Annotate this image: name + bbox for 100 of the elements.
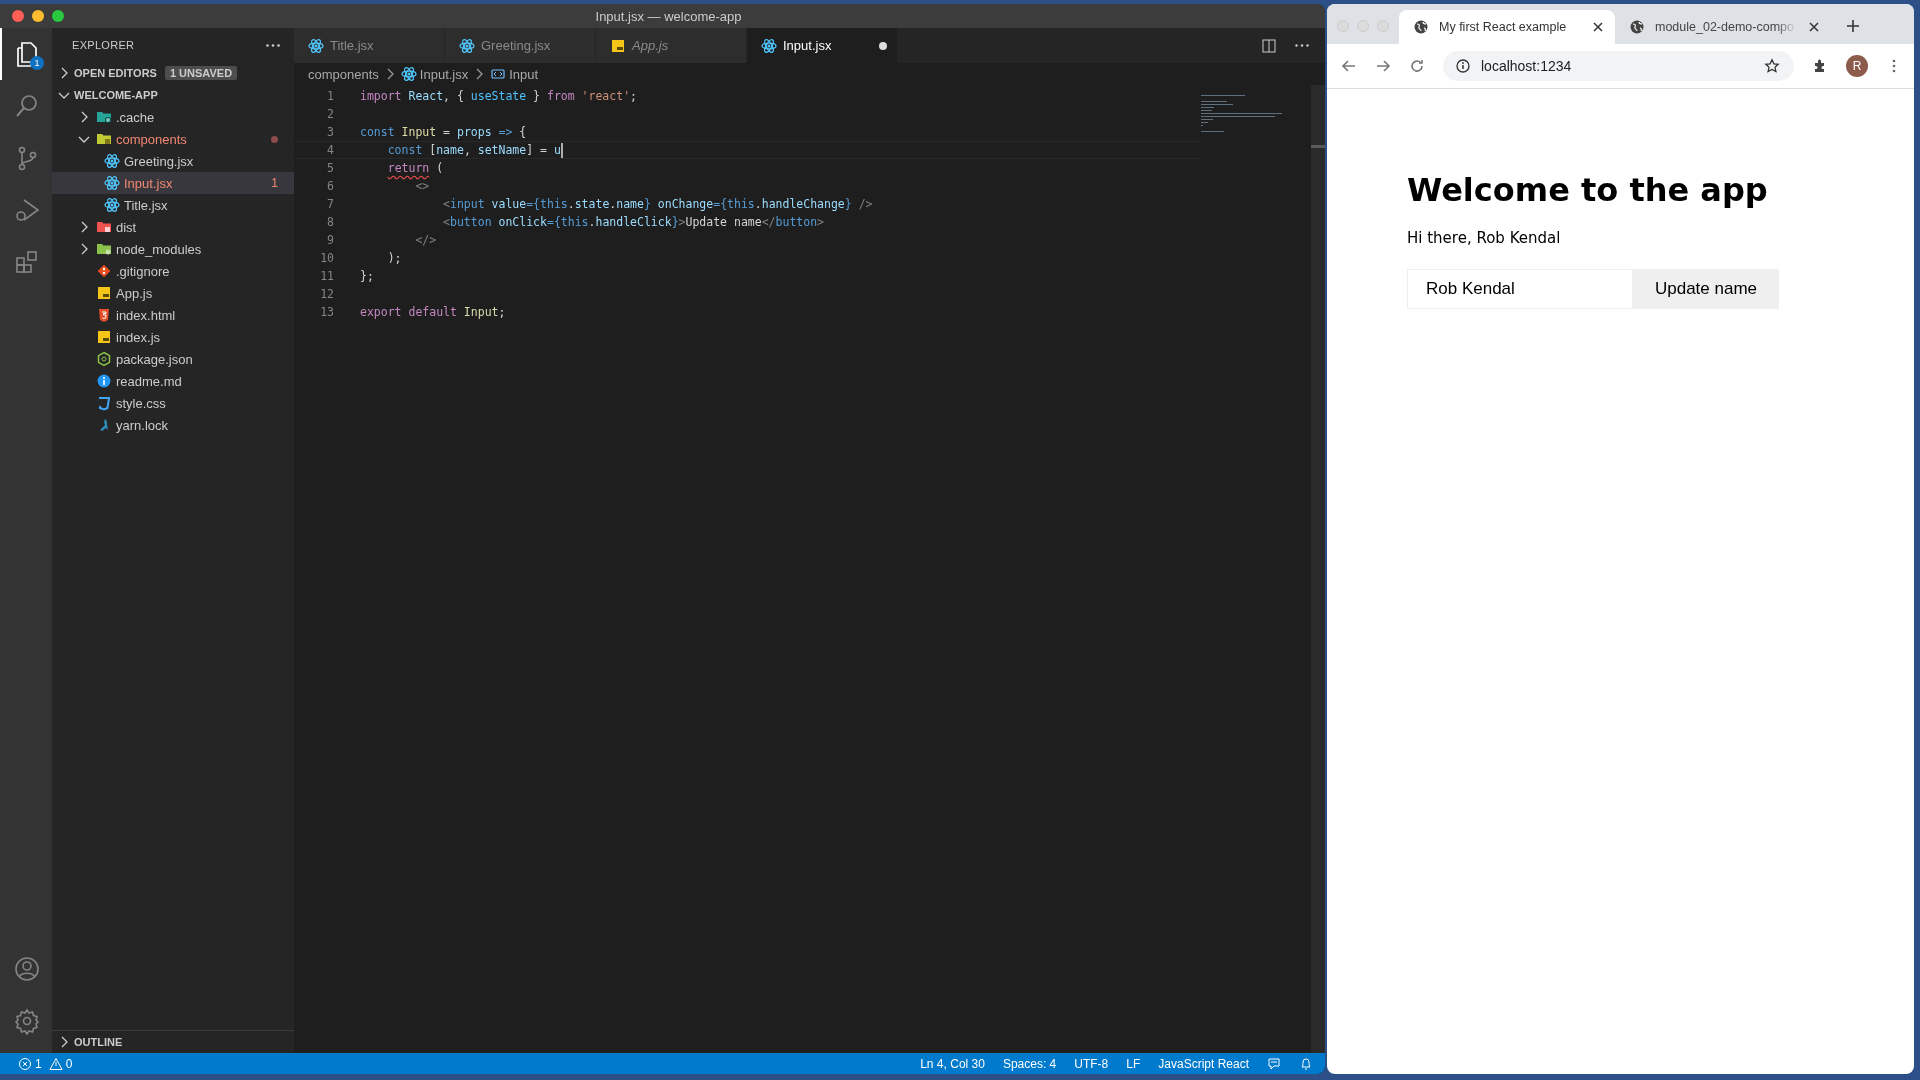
editor-tab[interactable]: Greeting.jsx — [445, 28, 596, 63]
tree-item[interactable]: style.css — [52, 392, 294, 414]
line-number: 7 — [326, 197, 335, 211]
line-number: 13 — [319, 305, 335, 319]
page-heading: Welcome to the app — [1407, 171, 1769, 209]
html-file-icon — [96, 307, 112, 323]
status-item[interactable]: LF — [1126, 1056, 1141, 1071]
code-line: }; — [360, 269, 374, 283]
breadcrumb-item[interactable]: Input — [509, 66, 539, 82]
bell-icon — [1299, 1056, 1313, 1071]
react-atom-icon — [104, 197, 120, 213]
line-number: 5 — [326, 161, 335, 175]
unsaved-dot — [879, 41, 887, 50]
close-icon — [1807, 20, 1821, 34]
section-header[interactable]: OPEN EDITORS 1 UNSAVED — [52, 62, 294, 84]
status-item[interactable]: UTF-8 — [1074, 1056, 1109, 1071]
tree-item[interactable]: node_modules — [52, 238, 294, 260]
tree-item[interactable]: .gitignore — [52, 260, 294, 282]
line-number: 6 — [326, 179, 335, 193]
code-line: export default Input; — [360, 305, 506, 319]
tree-item[interactable]: dist — [52, 216, 294, 238]
info-icon — [96, 373, 112, 389]
error-icon — [18, 1056, 32, 1071]
close-icon — [1591, 20, 1605, 34]
editor-tab[interactable]: Input.jsx — [747, 28, 898, 63]
section-header[interactable]: OUTLINE — [52, 1031, 294, 1053]
problems-indicator[interactable]: 1 0 — [18, 1056, 77, 1071]
tree-item[interactable]: package.json — [52, 348, 294, 370]
code-line: import React, { useState } from 'react'; — [360, 89, 637, 103]
unsaved-badge: 1 UNSAVED — [164, 66, 238, 80]
code-line: const [name, setName] = u — [386, 143, 561, 157]
editor-tab[interactable]: App.js — [596, 28, 747, 63]
panel-title: EXPLORER — [72, 39, 135, 51]
line-number: 12 — [319, 287, 335, 301]
profile-avatar[interactable]: R — [1846, 55, 1868, 77]
greeting-text: Hi there, Rob Kendal — [1407, 229, 1562, 247]
line-number: 9 — [326, 233, 335, 247]
line-number: 3 — [326, 125, 335, 139]
breadcrumb-item[interactable]: components — [308, 66, 379, 82]
update-name-button[interactable]: Update name — [1633, 269, 1779, 309]
js-file-icon — [96, 285, 112, 301]
folder-icon — [96, 219, 112, 235]
tree-item[interactable]: Title.jsx — [52, 194, 294, 216]
close-button[interactable] — [12, 10, 24, 22]
line-number: 10 — [319, 251, 335, 265]
reload-icon — [1409, 58, 1425, 74]
tree-item[interactable]: Input.jsx 1 — [52, 172, 294, 194]
status-item[interactable]: Spaces: 4 — [1002, 1056, 1057, 1071]
more-icon — [1295, 44, 1309, 47]
browser-tab[interactable]: My first React example — [1399, 10, 1615, 44]
new-tab-icon — [1845, 18, 1861, 34]
code-line: <> — [414, 179, 430, 193]
browser-tab[interactable]: module_02-demo-compo — [1615, 10, 1831, 44]
status-item[interactable]: JavaScript React — [1158, 1056, 1249, 1071]
globe-icon — [1629, 19, 1645, 35]
scroll-thumb[interactable] — [1311, 145, 1325, 148]
warning-icon — [48, 1056, 63, 1071]
feedback-icon — [1267, 1056, 1281, 1071]
tree-item[interactable]: App.js — [52, 282, 294, 304]
tree-item[interactable]: index.html — [52, 304, 294, 326]
tree-item[interactable]: components — [52, 128, 294, 150]
editor-tab[interactable]: Title.jsx — [294, 28, 445, 63]
react-atom-icon — [459, 37, 475, 54]
zoom-button[interactable] — [52, 10, 64, 22]
hexagon-icon — [96, 351, 112, 367]
more-icon — [266, 43, 280, 47]
name-input[interactable]: Rob Kendal — [1407, 269, 1633, 309]
tree-item[interactable]: index.js — [52, 326, 294, 348]
star-icon — [1764, 58, 1780, 74]
address-bar[interactable]: localhost:1234 — [1443, 51, 1794, 81]
window-title: Input.jsx — welcome-app — [594, 8, 743, 24]
forward-icon — [1375, 58, 1391, 74]
globe-icon — [1413, 19, 1429, 35]
tree-item[interactable]: yarn.lock — [52, 414, 294, 436]
text-cursor — [560, 142, 563, 158]
code-line: <input value={this.state.name} onChange={this.handleChange} /> — [442, 197, 873, 211]
line-number: 8 — [326, 215, 335, 229]
split-editor-icon — [1261, 37, 1277, 54]
account-icon — [13, 955, 41, 983]
folder-icon — [96, 131, 112, 147]
info-icon — [1455, 58, 1471, 74]
react-atom-icon — [400, 66, 417, 82]
run-debug-icon — [13, 196, 41, 224]
section-header[interactable]: WELCOME-APP — [52, 84, 294, 106]
react-atom-icon — [308, 37, 324, 54]
status-item[interactable]: Ln 4, Col 30 — [920, 1056, 985, 1071]
js-file-icon — [96, 329, 112, 345]
react-atom-icon — [104, 175, 120, 191]
react-atom-icon — [104, 153, 120, 169]
minimize-button[interactable] — [32, 10, 44, 22]
tree-item[interactable]: .cache — [52, 106, 294, 128]
scrollbar[interactable] — [1311, 85, 1325, 1053]
tree-item[interactable]: readme.md — [52, 370, 294, 392]
code-line: <button onClick={this.handleClick}>Update name</button> — [442, 215, 824, 229]
tree-item[interactable]: Greeting.jsx — [52, 150, 294, 172]
breadcrumb-item[interactable]: Input.jsx — [419, 66, 469, 82]
folder-icon — [96, 109, 112, 125]
line-number: 11 — [319, 269, 335, 283]
back-icon — [1341, 58, 1357, 74]
react-atom-icon — [761, 37, 777, 54]
